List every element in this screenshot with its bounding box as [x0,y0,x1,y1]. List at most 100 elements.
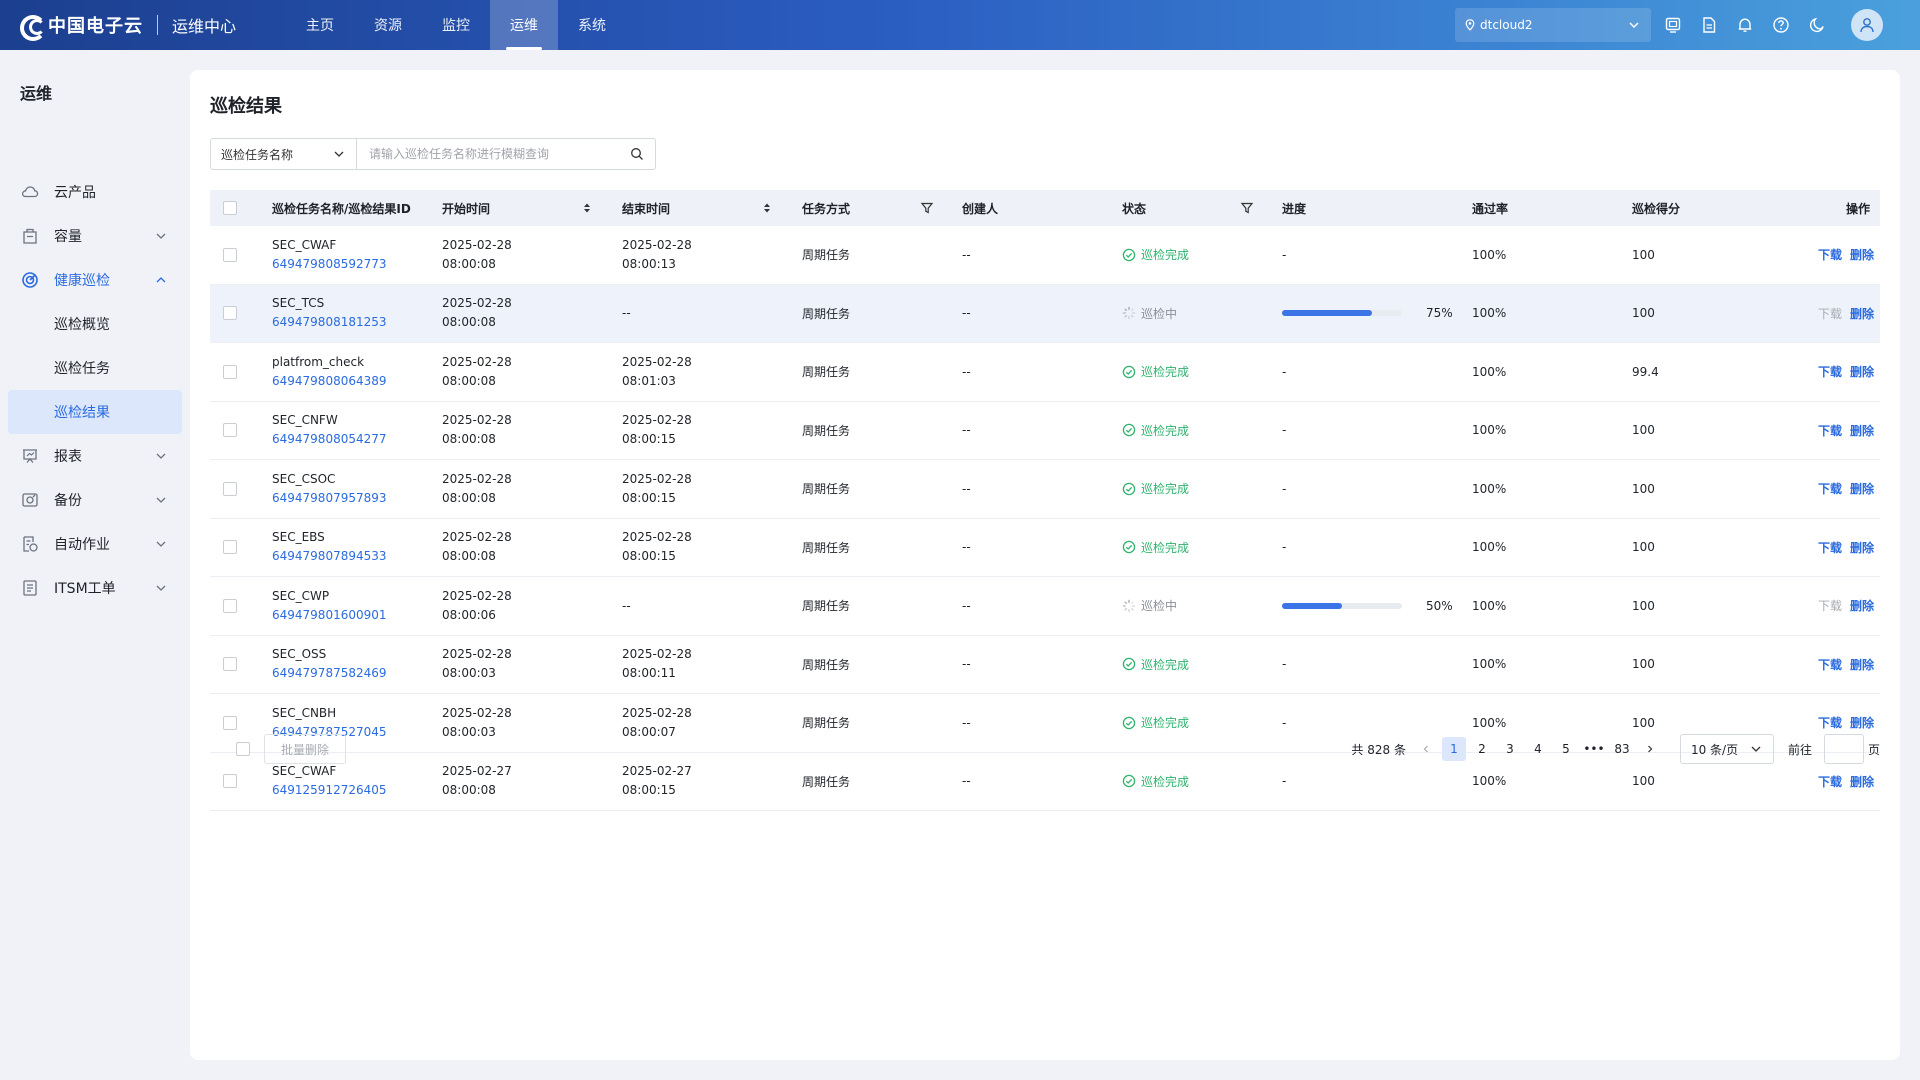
table-row[interactable]: SEC_CWAF 649479808592773 2025-02-28 08:00:… [210,226,1880,285]
prev-page-button[interactable] [1414,737,1438,761]
page-number-button[interactable]: 4 [1526,737,1550,761]
page-number-button[interactable]: 5 [1554,737,1578,761]
header-end-time[interactable]: 结束时间 [622,190,802,226]
user-avatar[interactable] [1851,9,1883,41]
result-id-link[interactable]: 649479787582469 [272,666,387,681]
row-checkbox[interactable] [223,364,237,379]
filter-icon[interactable] [1240,201,1254,215]
delete-button[interactable]: 删除 [1850,363,1874,380]
table-row[interactable]: SEC_EBS 649479807894533 2025-02-28 08:00:0… [210,519,1880,577]
delete-button[interactable]: 删除 [1850,422,1874,439]
delete-button[interactable]: 删除 [1850,305,1874,322]
row-checkbox[interactable] [223,715,237,730]
status-cell: 巡检完成 [1122,460,1282,518]
sidebar-item-capacity[interactable]: 容量 [8,214,182,258]
region-selector[interactable]: dtcloud2 [1455,8,1651,42]
download-button[interactable]: 下载 [1818,422,1842,439]
download-button[interactable]: 下载 [1818,773,1842,790]
delete-button[interactable]: 删除 [1850,714,1874,731]
bell-icon[interactable] [1727,0,1763,50]
search-input[interactable] [357,139,619,169]
sidebar-subitem-tasks[interactable]: 巡检任务 [8,346,182,390]
table-row[interactable]: SEC_CNFW 649479808054277 2025-02-28 08:00:… [210,402,1880,460]
delete-button[interactable]: 删除 [1850,773,1874,790]
sidebar-item-reports[interactable]: 报表 [8,434,182,478]
search-field-select[interactable]: 巡检任务名称 [211,139,357,169]
header-checkbox-cell [210,190,272,226]
top-nav-item[interactable]: 运维 [490,0,558,50]
filter-icon[interactable] [920,201,934,215]
result-id-link[interactable]: 649479801600901 [272,608,387,623]
row-checkbox[interactable] [223,481,237,496]
sidebar-subitem-results[interactable]: 巡检结果 [8,390,182,434]
result-id-link[interactable]: 649125912726405 [272,783,387,798]
top-nav-item[interactable]: 资源 [354,0,422,50]
top-nav-item[interactable]: 监控 [422,0,490,50]
sidebar-item-label: 备份 [54,493,82,509]
download-button[interactable]: 下载 [1818,714,1842,731]
bulk-delete-button[interactable]: 批量删除 [264,734,346,764]
download-button[interactable]: 下载 [1818,363,1842,380]
sidebar-item-health-check[interactable]: 健康巡检 [8,258,182,302]
next-page-button[interactable] [1638,737,1662,761]
result-id-link[interactable]: 649479807894533 [272,549,387,564]
progress-text: - [1282,364,1287,379]
download-button[interactable]: 下载 [1818,480,1842,497]
header-start-time[interactable]: 开始时间 [442,190,622,226]
screen-icon[interactable] [1655,0,1691,50]
help-icon[interactable] [1763,0,1799,50]
table-row[interactable]: SEC_TCS 649479808181253 2025-02-28 08:00:0… [210,284,1880,343]
sidebar-item-backup[interactable]: 备份 [8,478,182,522]
download-button[interactable]: 下载 [1818,539,1842,556]
download-button[interactable]: 下载 [1818,305,1842,322]
download-button[interactable]: 下载 [1818,246,1842,263]
sidebar-subitem-overview[interactable]: 巡检概览 [8,302,182,346]
sidebar-item-cloud-products[interactable]: 云产品 [8,170,182,214]
result-id-link[interactable]: 649479808054277 [272,432,387,447]
download-button[interactable]: 下载 [1818,597,1842,614]
table-row[interactable]: SEC_CWP 649479801600901 2025-02-28 08:00:0… [210,577,1880,636]
delete-button[interactable]: 删除 [1850,656,1874,673]
status-cell: 巡检完成 [1122,402,1282,460]
brand[interactable]: 中国电子云 运维中心 [20,0,236,50]
top-nav-item[interactable]: 系统 [558,0,626,50]
row-checkbox[interactable] [223,247,237,262]
actions-cell: 下载 删除 [1792,519,1880,577]
document-icon[interactable] [1691,0,1727,50]
delete-button[interactable]: 删除 [1850,246,1874,263]
download-button[interactable]: 下载 [1818,656,1842,673]
table-row[interactable]: SEC_OSS 649479787582469 2025-02-28 08:00:0… [210,636,1880,694]
page-size-select[interactable]: 10 条/页 [1679,734,1774,764]
row-checkbox[interactable] [223,598,237,613]
row-checkbox[interactable] [223,540,237,555]
result-id-link[interactable]: 649479807957893 [272,491,387,506]
row-checkbox[interactable] [223,423,237,438]
sort-icon[interactable] [580,201,594,215]
sidebar-item-automation[interactable]: 自动作业 [8,522,182,566]
result-id-link[interactable]: 649479808592773 [272,257,387,272]
page-ellipsis[interactable]: ••• [1582,737,1606,761]
footer-select-checkbox[interactable] [236,742,250,756]
page-number-button[interactable]: 83 [1610,737,1634,761]
row-checkbox[interactable] [223,774,237,789]
row-checkbox[interactable] [223,657,237,672]
sidebar-item-itsm[interactable]: ITSM工单 [8,566,182,610]
goto-page-input[interactable] [1823,734,1864,764]
header-task-mode: 任务方式 [802,190,962,226]
delete-button[interactable]: 删除 [1850,480,1874,497]
sort-icon[interactable] [760,201,774,215]
result-id-link[interactable]: 649479808064389 [272,374,387,389]
row-checkbox[interactable] [223,306,237,321]
page-number-button[interactable]: 2 [1470,737,1494,761]
moon-icon[interactable] [1799,0,1835,50]
result-id-link[interactable]: 649479808181253 [272,315,387,330]
page-number-button[interactable]: 3 [1498,737,1522,761]
top-nav-item[interactable]: 主页 [286,0,354,50]
delete-button[interactable]: 删除 [1850,597,1874,614]
table-row[interactable]: SEC_CSOC 649479807957893 2025-02-28 08:00:… [210,460,1880,519]
search-icon[interactable] [619,139,655,169]
delete-button[interactable]: 删除 [1850,539,1874,556]
page-number-button[interactable]: 1 [1441,737,1466,761]
select-all-checkbox[interactable] [223,201,237,215]
table-row[interactable]: platfrom_check 649479808064389 2025-02-28… [210,343,1880,402]
